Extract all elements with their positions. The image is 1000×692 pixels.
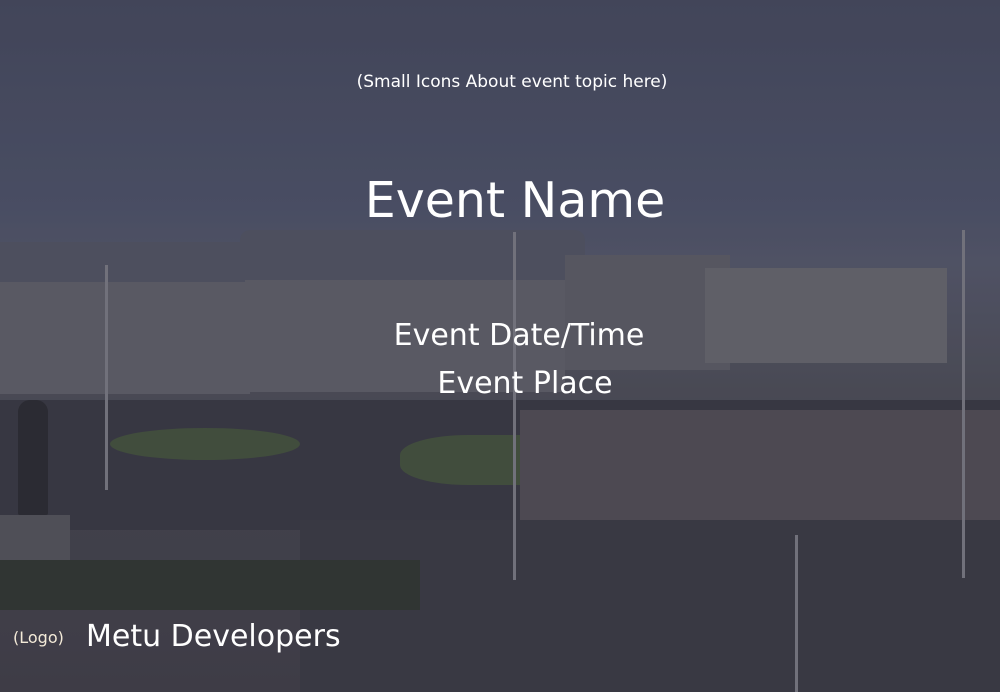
organizer-name: Metu Developers	[86, 619, 341, 654]
logo-placeholder: (Logo)	[13, 628, 64, 647]
event-place: Event Place	[437, 366, 613, 401]
event-name: Event Name	[364, 172, 666, 229]
topic-icons-placeholder: (Small Icons About event topic here)	[356, 72, 668, 92]
event-date-time: Event Date/Time	[393, 318, 645, 353]
